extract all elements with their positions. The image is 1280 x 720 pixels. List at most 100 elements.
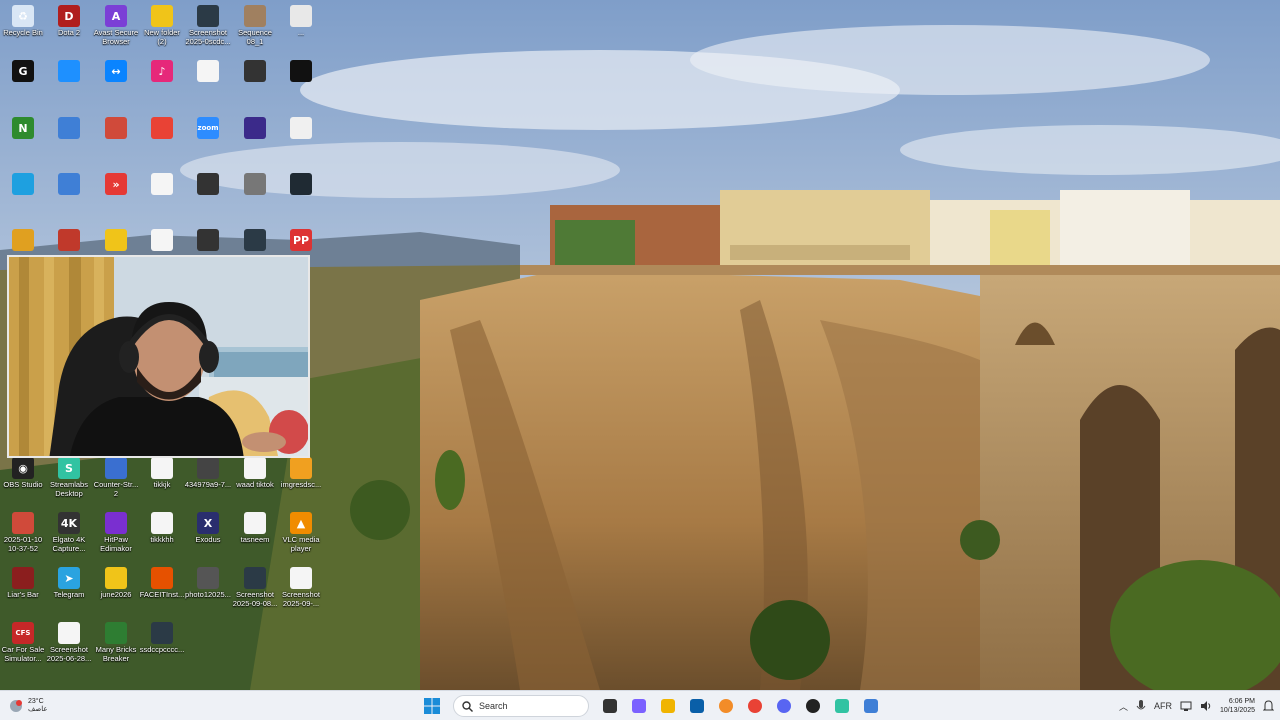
telegram-icon: ➤: [58, 567, 80, 589]
folder-icon: [151, 5, 173, 27]
desktop-icon-label: ssdccpcccc...: [139, 646, 185, 654]
desktop-icon-label: [270, 197, 332, 215]
folder-icon: [105, 229, 127, 251]
taskbar-app-button[interactable]: [830, 694, 854, 718]
webcam-overlay[interactable]: [7, 255, 310, 458]
chrome-icon: [748, 699, 762, 713]
desktop-icon-label: imgresdsc...: [280, 481, 322, 489]
file-icon: [290, 5, 312, 27]
document-icon: [151, 229, 173, 251]
desktop-icon[interactable]: imgresdsc...: [278, 457, 324, 511]
taskbar-app-button[interactable]: [714, 694, 738, 718]
volume-icon[interactable]: [1200, 700, 1212, 712]
clock-date: 10/13/2025: [1219, 707, 1255, 714]
screenshot-icon: [244, 567, 266, 589]
taskbar-app-button[interactable]: [772, 694, 796, 718]
game-icon: [12, 567, 34, 589]
taskbar-app-button[interactable]: [859, 694, 883, 718]
desktop-icon[interactable]: [278, 60, 324, 114]
taskbar: 23°C عاصف Search ︿ AFR 6:06 PM 10/13/202…: [0, 690, 1280, 720]
document-icon: [290, 567, 312, 589]
obs-icon: ◉: [12, 457, 34, 479]
winrar-icon: [12, 229, 34, 251]
nvidia-icon: N: [12, 117, 34, 139]
phone-icon: [197, 457, 219, 479]
weather-widget[interactable]: 23°C عاصف: [8, 694, 48, 718]
faceit-icon: [58, 229, 80, 251]
phone-icon: [197, 229, 219, 251]
game-icon: CFS: [12, 622, 34, 644]
screenshot-icon: [197, 5, 219, 27]
desktop-icon-label: VLC media player: [282, 536, 320, 553]
image-icon: [197, 567, 219, 589]
github-icon: [806, 699, 820, 713]
obs-icon: [244, 117, 266, 139]
hitpaw-icon: [105, 512, 127, 534]
system-tray: ︿ AFR 6:06 PM 10/13/2025: [1119, 694, 1274, 718]
winrar-icon: [12, 512, 34, 534]
system-clock[interactable]: 6:06 PM 10/13/2025: [1220, 697, 1255, 715]
desktop-icon[interactable]: ...: [278, 5, 324, 59]
image-icon: [244, 60, 266, 82]
discord-icon: [777, 699, 791, 713]
microphone-icon[interactable]: [1136, 700, 1146, 712]
desktop-icon[interactable]: [278, 173, 324, 227]
file-icon: [290, 173, 312, 195]
document-icon: [151, 512, 173, 534]
pinned-apps: [598, 694, 883, 718]
taskbar-app-button[interactable]: [685, 694, 709, 718]
document-icon: [197, 60, 219, 82]
document-icon: [244, 457, 266, 479]
streamlabs-icon: S: [58, 457, 80, 479]
taskbar-app-button[interactable]: [656, 694, 680, 718]
desktop-icon[interactable]: Screenshot 2025-09-...: [278, 567, 324, 621]
app-icon: PP: [290, 229, 312, 251]
document-icon: [244, 512, 266, 534]
taskbar-app-button[interactable]: [743, 694, 767, 718]
taskbar-app-button[interactable]: [598, 694, 622, 718]
anydesk-icon: »: [105, 173, 127, 195]
document-icon: [151, 457, 173, 479]
taskbar-app-button[interactable]: [627, 694, 651, 718]
search-placeholder: Search: [479, 701, 508, 711]
taskbar-center: Search: [420, 694, 883, 718]
app-icon: [58, 173, 80, 195]
chrome-icon: [151, 117, 173, 139]
ghub-icon: G: [12, 60, 34, 82]
weather-temperature: 23°C: [28, 698, 44, 705]
desktop-icon[interactable]: [278, 117, 324, 171]
image-icon: [290, 457, 312, 479]
weather-description: عاصف: [28, 706, 48, 713]
store-icon: [690, 699, 704, 713]
exodus-icon: X: [197, 512, 219, 534]
desktop-icon-label: Screenshot 2025-09-...: [282, 591, 320, 608]
taskbar-app-button[interactable]: [801, 694, 825, 718]
desktop-icon[interactable]: ▲ VLC media player: [278, 512, 324, 566]
tiktok-icon: ♪: [151, 60, 173, 82]
elgato-icon: 4K: [58, 512, 80, 534]
file-icon: [290, 60, 312, 82]
desktop-icon[interactable]: ssdccpcccc...: [139, 622, 185, 676]
teamviewer-icon: ↔: [105, 60, 127, 82]
desktop-icon-label: [270, 141, 332, 159]
taskbar-search-box[interactable]: Search: [453, 695, 589, 717]
document-icon: [151, 173, 173, 195]
this-pc-icon: [12, 173, 34, 195]
recycle-bin-icon: ♻: [12, 5, 34, 27]
game-icon: [105, 622, 127, 644]
copilot-icon: [632, 699, 646, 713]
vlc-icon: ▲: [290, 512, 312, 534]
show-hidden-icons-icon[interactable]: ︿: [1119, 700, 1128, 713]
image-icon: [244, 173, 266, 195]
file-icon: [290, 117, 312, 139]
notification-bell-icon[interactable]: [1263, 700, 1274, 712]
network-icon[interactable]: [1180, 700, 1192, 712]
file-explorer-icon: [661, 699, 675, 713]
desktop-icon-label: ...: [297, 29, 305, 37]
dota-icon: D: [58, 5, 80, 27]
image-icon: [151, 622, 173, 644]
screenshot-icon: [244, 229, 266, 251]
weather-icon: [10, 700, 22, 712]
start-button[interactable]: [420, 694, 444, 718]
input-language[interactable]: AFR: [1154, 701, 1172, 711]
